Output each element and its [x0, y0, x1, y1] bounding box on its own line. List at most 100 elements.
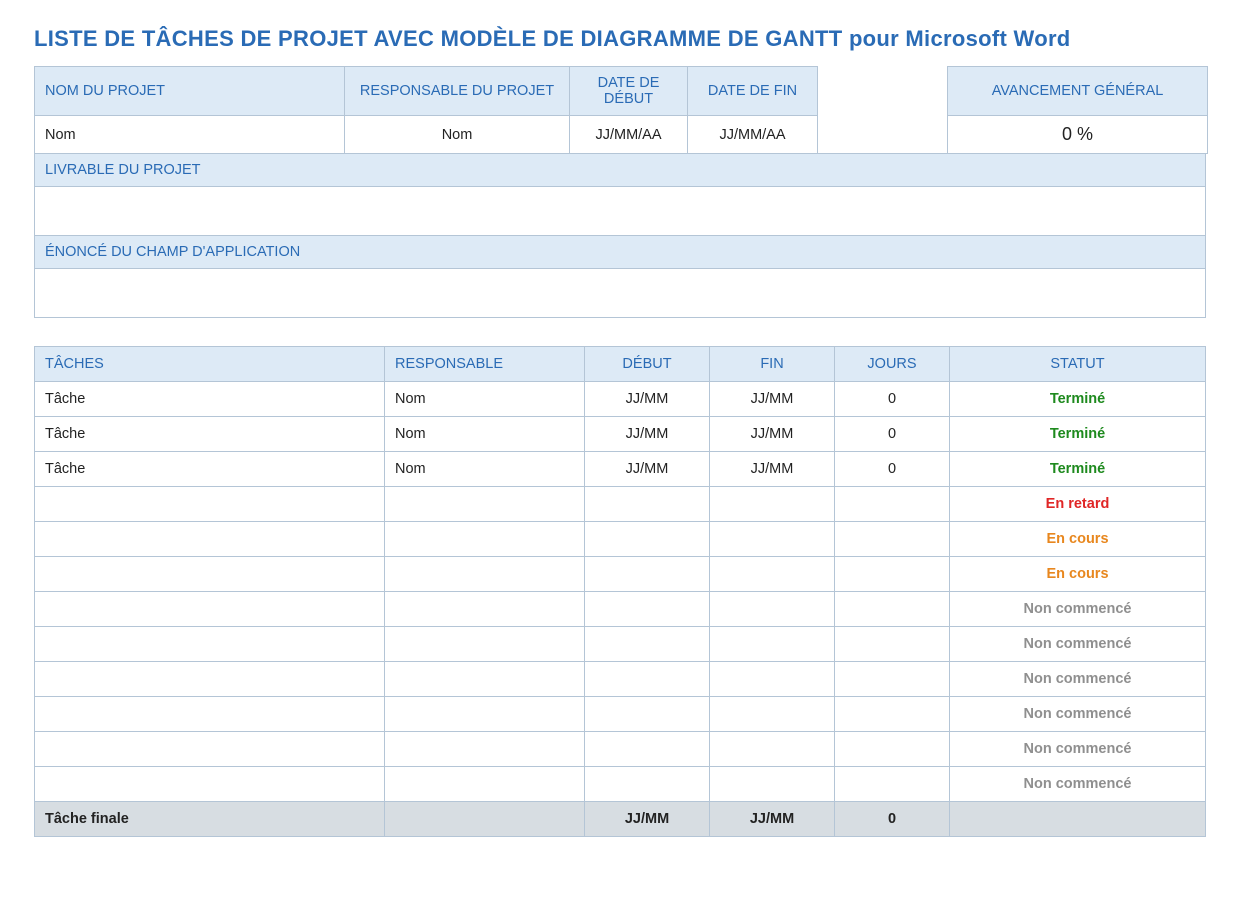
cell-owner[interactable]	[385, 662, 585, 697]
table-row: En retard	[35, 487, 1206, 522]
cell-days[interactable]	[835, 592, 950, 627]
cell-days[interactable]	[835, 767, 950, 802]
cell-days[interactable]	[835, 662, 950, 697]
table-row: Non commencé	[35, 767, 1206, 802]
cell-task[interactable]	[35, 732, 385, 767]
cell-start[interactable]	[585, 627, 710, 662]
cell-owner[interactable]: Nom	[385, 417, 585, 452]
cell-status[interactable]: Non commencé	[950, 732, 1206, 767]
cell-days[interactable]	[835, 697, 950, 732]
cell-owner[interactable]	[385, 592, 585, 627]
cell-end[interactable]: JJ/MM	[710, 382, 835, 417]
final-status[interactable]	[950, 802, 1206, 837]
cell-task[interactable]: Tâche	[35, 417, 385, 452]
cell-status[interactable]: Terminé	[950, 452, 1206, 487]
cell-start[interactable]	[585, 592, 710, 627]
section-deliverable: LIVRABLE DU PROJET	[34, 153, 1206, 236]
cell-start[interactable]	[585, 487, 710, 522]
final-start[interactable]: JJ/MM	[585, 802, 710, 837]
cell-task[interactable]: Tâche	[35, 452, 385, 487]
cell-owner[interactable]	[385, 627, 585, 662]
final-owner[interactable]	[385, 802, 585, 837]
cell-owner[interactable]: Nom	[385, 382, 585, 417]
cell-end[interactable]: JJ/MM	[710, 417, 835, 452]
cell-status[interactable]: En cours	[950, 557, 1206, 592]
cell-start[interactable]	[585, 732, 710, 767]
final-end[interactable]: JJ/MM	[710, 802, 835, 837]
cell-days[interactable]: 0	[835, 382, 950, 417]
cell-owner[interactable]	[385, 557, 585, 592]
cell-status[interactable]: En cours	[950, 522, 1206, 557]
cell-task[interactable]	[35, 487, 385, 522]
header-overall-progress: AVANCEMENT GÉNÉRAL	[948, 67, 1208, 116]
cell-start[interactable]: JJ/MM	[585, 417, 710, 452]
cell-end[interactable]	[710, 627, 835, 662]
value-end-date[interactable]: JJ/MM/AA	[688, 116, 818, 154]
cell-end[interactable]	[710, 557, 835, 592]
cell-days[interactable]	[835, 627, 950, 662]
value-project-name[interactable]: Nom	[35, 116, 345, 154]
cell-start[interactable]	[585, 767, 710, 802]
value-overall-progress[interactable]: 0 %	[948, 116, 1208, 154]
project-meta-table: NOM DU PROJET RESPONSABLE DU PROJET DATE…	[34, 66, 1208, 154]
table-row: Non commencé	[35, 732, 1206, 767]
cell-status[interactable]: Terminé	[950, 417, 1206, 452]
cell-end[interactable]	[710, 522, 835, 557]
value-scope[interactable]	[35, 269, 1205, 317]
cell-owner[interactable]: Nom	[385, 452, 585, 487]
cell-status[interactable]: En retard	[950, 487, 1206, 522]
cell-task[interactable]	[35, 662, 385, 697]
cell-task[interactable]	[35, 767, 385, 802]
tasks-header-start: DÉBUT	[585, 347, 710, 382]
cell-days[interactable]	[835, 557, 950, 592]
cell-days[interactable]	[835, 487, 950, 522]
cell-status[interactable]: Non commencé	[950, 627, 1206, 662]
final-task[interactable]: Tâche finale	[35, 802, 385, 837]
cell-owner[interactable]	[385, 732, 585, 767]
cell-status[interactable]: Terminé	[950, 382, 1206, 417]
tasks-header-end: FIN	[710, 347, 835, 382]
table-row: Non commencé	[35, 697, 1206, 732]
cell-end[interactable]	[710, 662, 835, 697]
table-row: En cours	[35, 557, 1206, 592]
cell-start[interactable]	[585, 662, 710, 697]
header-scope: ÉNONCÉ DU CHAMP D'APPLICATION	[35, 236, 1205, 269]
cell-task[interactable]	[35, 522, 385, 557]
value-manager[interactable]: Nom	[345, 116, 570, 154]
cell-end[interactable]	[710, 732, 835, 767]
cell-owner[interactable]	[385, 697, 585, 732]
final-days[interactable]: 0	[835, 802, 950, 837]
cell-owner[interactable]	[385, 487, 585, 522]
cell-task[interactable]: Tâche	[35, 382, 385, 417]
cell-start[interactable]	[585, 697, 710, 732]
cell-end[interactable]	[710, 592, 835, 627]
cell-status[interactable]: Non commencé	[950, 662, 1206, 697]
table-row: En cours	[35, 522, 1206, 557]
value-deliverable[interactable]	[35, 187, 1205, 235]
cell-status[interactable]: Non commencé	[950, 592, 1206, 627]
cell-start[interactable]: JJ/MM	[585, 382, 710, 417]
cell-end[interactable]	[710, 767, 835, 802]
tasks-table: TÂCHES RESPONSABLE DÉBUT FIN JOURS STATU…	[34, 346, 1206, 837]
cell-end[interactable]: JJ/MM	[710, 452, 835, 487]
gap-cell	[818, 116, 948, 154]
cell-days[interactable]: 0	[835, 452, 950, 487]
cell-end[interactable]	[710, 697, 835, 732]
value-start-date[interactable]: JJ/MM/AA	[570, 116, 688, 154]
cell-owner[interactable]	[385, 522, 585, 557]
cell-task[interactable]	[35, 697, 385, 732]
cell-status[interactable]: Non commencé	[950, 697, 1206, 732]
cell-days[interactable]	[835, 732, 950, 767]
cell-end[interactable]	[710, 487, 835, 522]
cell-start[interactable]	[585, 557, 710, 592]
cell-start[interactable]: JJ/MM	[585, 452, 710, 487]
cell-task[interactable]	[35, 592, 385, 627]
cell-task[interactable]	[35, 627, 385, 662]
cell-start[interactable]	[585, 522, 710, 557]
cell-task[interactable]	[35, 557, 385, 592]
cell-days[interactable]	[835, 522, 950, 557]
header-start-date: DATE DE DÉBUT	[570, 67, 688, 116]
cell-owner[interactable]	[385, 767, 585, 802]
cell-days[interactable]: 0	[835, 417, 950, 452]
cell-status[interactable]: Non commencé	[950, 767, 1206, 802]
